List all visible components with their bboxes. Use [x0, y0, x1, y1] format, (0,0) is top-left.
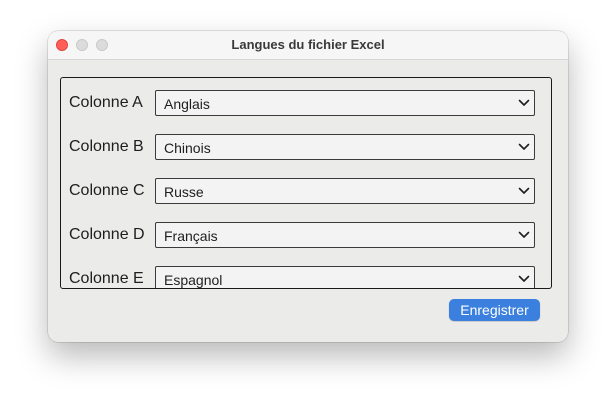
selected-language: Chinois	[164, 140, 211, 156]
window-title: Langues du fichier Excel	[231, 37, 385, 52]
selected-language: Français	[164, 228, 218, 244]
column-label: Colonne A	[69, 94, 143, 111]
language-select-d[interactable]: Français	[155, 222, 535, 248]
column-label: Colonne B	[69, 138, 144, 155]
column-label: Colonne C	[69, 182, 145, 199]
chevron-down-icon	[518, 275, 530, 282]
title-bar: Langues du fichier Excel	[48, 31, 568, 60]
chevron-down-icon	[518, 231, 530, 238]
dialog-window: Langues du fichier Excel Colonne A Angla…	[48, 31, 568, 342]
column-row-c: Colonne C Russe	[61, 178, 551, 206]
chevron-down-icon	[518, 99, 530, 106]
language-select-b[interactable]: Chinois	[155, 134, 535, 160]
column-label: Colonne D	[69, 226, 145, 243]
language-select-e[interactable]: Espagnol	[155, 266, 535, 288]
column-row-b: Colonne B Chinois	[61, 134, 551, 162]
language-select-a[interactable]: Anglais	[155, 90, 535, 116]
column-label: Colonne E	[69, 270, 144, 287]
selected-language: Espagnol	[164, 272, 223, 288]
column-row-d: Colonne D Français	[61, 222, 551, 250]
column-row-e: Colonne E Espagnol	[61, 266, 551, 288]
chevron-down-icon	[518, 143, 530, 150]
selected-language: Russe	[164, 184, 204, 200]
language-select-c[interactable]: Russe	[155, 178, 535, 204]
column-language-list[interactable]: Colonne A Anglais Colonne B Chinois Colo…	[60, 77, 552, 289]
column-row-a: Colonne A Anglais	[61, 90, 551, 118]
chevron-down-icon	[518, 187, 530, 194]
selected-language: Anglais	[164, 96, 210, 112]
save-button[interactable]: Enregistrer	[449, 299, 540, 321]
